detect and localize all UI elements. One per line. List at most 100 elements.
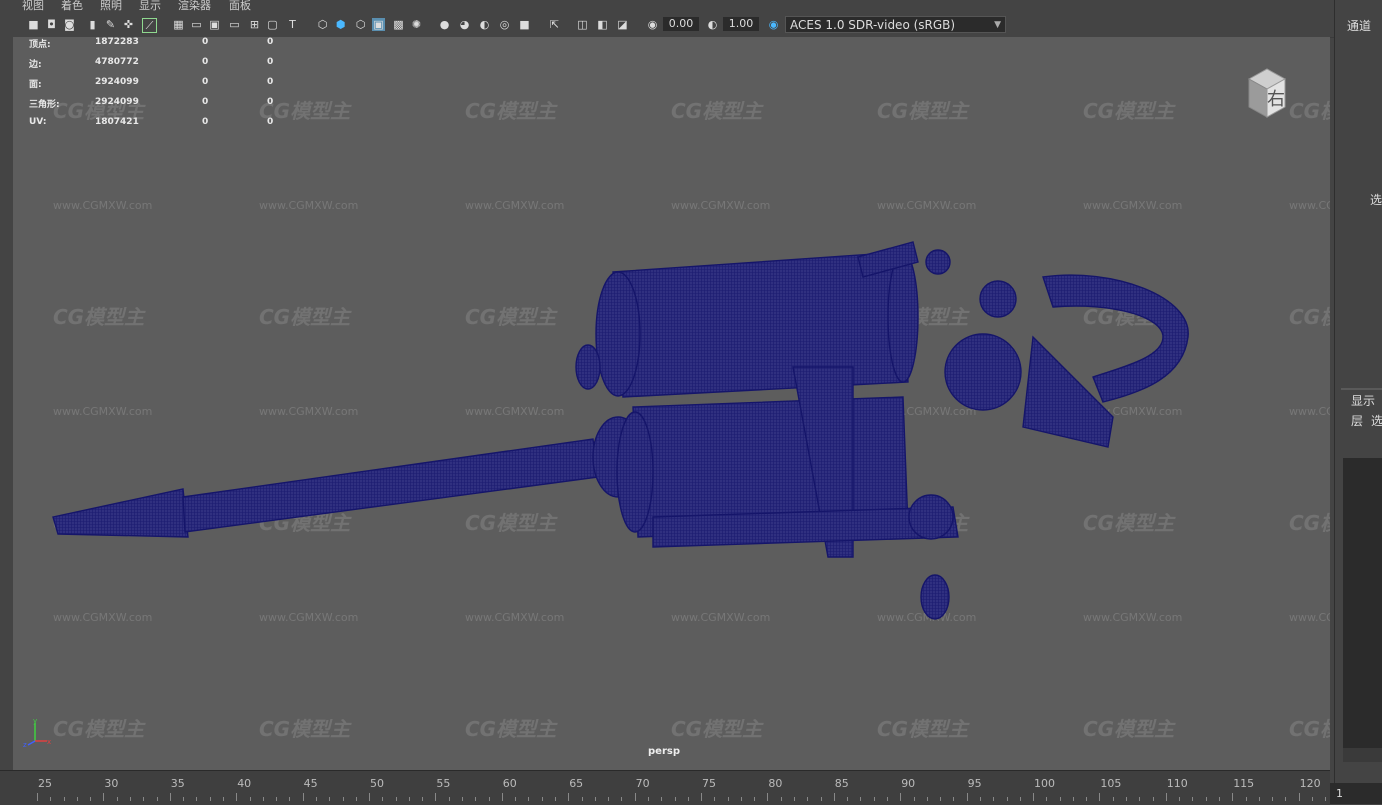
film-gate-icon[interactable]: ▭: [190, 18, 203, 31]
timeline-tick: [767, 793, 769, 801]
timeline-tick: [634, 793, 636, 801]
2d-pan-zoom-icon[interactable]: ⟋: [142, 18, 157, 33]
tab-select[interactable]: 选: [1371, 412, 1382, 429]
viewcube[interactable]: 右: [1245, 67, 1289, 119]
depth-of-field-icon[interactable]: ■: [518, 18, 531, 31]
timeline-tick: [63, 797, 65, 801]
timeline-tick: [1258, 797, 1260, 801]
timeline-tick: [475, 797, 477, 801]
xray-joints-icon[interactable]: ◫: [576, 18, 589, 31]
timeline-tick: [1245, 797, 1247, 801]
tab-layers[interactable]: 层: [1351, 412, 1363, 429]
tab-display[interactable]: 显示: [1351, 392, 1375, 409]
menu-shading[interactable]: 着色: [61, 0, 83, 13]
timeline-tick: [1006, 797, 1008, 801]
timeline-tick: [807, 797, 809, 801]
timeline-tick: [780, 797, 782, 801]
current-frame-field[interactable]: 1: [1330, 783, 1382, 804]
timeline-tick: [302, 793, 304, 801]
timeline-tick-label: 95: [967, 777, 982, 790]
timeline-tick-label: 30: [104, 777, 119, 790]
wireframe-on-shaded-icon[interactable]: ⬡: [354, 18, 367, 31]
timeline-tick-label: 25: [38, 777, 52, 790]
timeline-tick: [1165, 793, 1167, 801]
camera-lock-icon[interactable]: ◘: [45, 18, 58, 31]
isolate-select-icon[interactable]: ⇱: [548, 18, 561, 31]
image-plane-icon[interactable]: ✎: [104, 18, 117, 31]
timeline-tick: [76, 797, 78, 801]
gate-mask-icon[interactable]: ▭: [228, 18, 241, 31]
lights-icon[interactable]: ✺: [410, 18, 423, 31]
timeline-tick: [714, 797, 716, 801]
timeline-tick-label: 50: [370, 777, 384, 790]
timeline-tick: [1311, 797, 1313, 801]
grid-icon[interactable]: ▦: [172, 18, 185, 31]
safe-action-icon[interactable]: ▢: [266, 18, 279, 31]
timeline-tick: [940, 797, 942, 801]
timeline-tick: [674, 797, 676, 801]
backface-culling-icon[interactable]: ◪: [616, 18, 629, 31]
motion-blur-icon[interactable]: ◐: [478, 18, 491, 31]
timeline-tick: [926, 797, 928, 801]
tab-channels[interactable]: 通道: [1347, 17, 1371, 34]
timeline-tick: [687, 797, 689, 801]
timeline-tick: [555, 797, 556, 801]
layer-list[interactable]: [1343, 458, 1382, 748]
left-strip: [0, 37, 13, 770]
resolution-gate-icon[interactable]: ▣: [208, 18, 221, 31]
timeline-tick: [276, 797, 278, 801]
timeline-tick: [1059, 797, 1061, 801]
xray-active-icon[interactable]: ◧: [596, 18, 609, 31]
timeline-tick: [369, 793, 370, 801]
timeline-tick: [661, 797, 663, 801]
menu-show[interactable]: 显示: [139, 0, 161, 13]
timeline-tick: [130, 797, 131, 801]
timeline-tick: [1285, 797, 1287, 801]
timeline-tick-label: 55: [436, 777, 451, 790]
xray-icon[interactable]: ▣: [372, 18, 385, 31]
gamma-field[interactable]: 1.00: [723, 17, 759, 31]
timeline-tick-label: 35: [170, 777, 185, 790]
timeline-tick: [169, 793, 171, 801]
bookmark-icon[interactable]: ▮: [86, 18, 99, 31]
smooth-shade-icon[interactable]: ⬢: [334, 18, 347, 31]
timeline-tick: [1325, 797, 1327, 801]
timeline-tick: [1019, 797, 1021, 801]
timeline-tick: [528, 797, 530, 801]
view-transform-select[interactable]: ACES 1.0 SDR-video (sRGB) ▼: [785, 16, 1006, 33]
exposure-icon[interactable]: ◉: [646, 18, 659, 31]
wireframe-icon[interactable]: ⬡: [316, 18, 329, 31]
camera-attributes-icon[interactable]: ◙: [63, 18, 76, 31]
safe-title-icon[interactable]: T: [286, 18, 299, 31]
timeline-tick-label: 65: [569, 777, 584, 790]
exposure-field[interactable]: 0.00: [663, 17, 699, 31]
timeline-tick-label: 120: [1299, 777, 1321, 790]
time-slider[interactable]: 25 30 35 40 45 50 55 60 65 70 75 80 85 90 95 100 105 110 1…: [0, 770, 1353, 805]
timeline-tick: [993, 797, 995, 801]
timeline-tick: [116, 797, 118, 801]
timeline-tick: [847, 797, 849, 801]
3d-viewport[interactable]: 顶点: 1872283 0 0 边: 4780772 0 0 面: 2924099 0 0 三角形: 29…: [13, 37, 1330, 770]
anti-alias-icon[interactable]: ◎: [498, 18, 511, 31]
grease-pencil-icon[interactable]: ✜: [122, 18, 135, 31]
gamma-icon[interactable]: ◐: [706, 18, 719, 31]
timeline-tick-label: 45: [303, 777, 318, 790]
field-chart-icon[interactable]: ⊞: [248, 18, 261, 31]
textured-icon[interactable]: ▩: [392, 18, 405, 31]
menu-view[interactable]: 视图: [22, 0, 44, 13]
menu-lighting[interactable]: 照明: [100, 0, 122, 13]
shadows-icon[interactable]: ●: [438, 18, 451, 31]
camera-select-icon[interactable]: ■: [27, 18, 40, 31]
horizontal-scrollbar[interactable]: [1343, 748, 1382, 762]
timeline-tick-label: 115: [1233, 777, 1255, 790]
ambient-occlusion-icon[interactable]: ◕: [458, 18, 471, 31]
timeline-tick: [608, 797, 610, 801]
timeline-tick: [249, 797, 251, 801]
timeline-tick: [913, 797, 915, 801]
menu-renderer[interactable]: 渲染器: [178, 0, 211, 13]
chevron-down-icon: ▼: [994, 20, 1001, 30]
menu-panels[interactable]: 面板: [229, 0, 251, 13]
timeline-tick: [701, 793, 702, 801]
color-management-icon[interactable]: ◉: [767, 18, 780, 31]
wireframe-model: [52, 241, 1189, 620]
